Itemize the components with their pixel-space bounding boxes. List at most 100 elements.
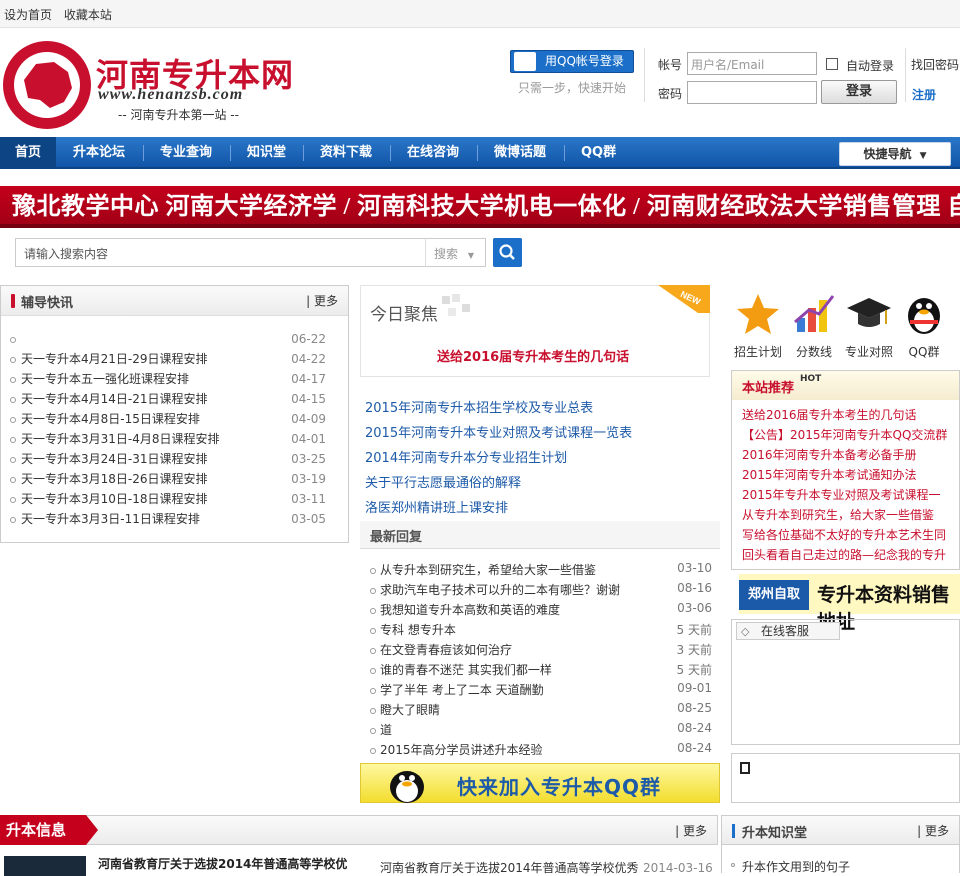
nav-separator xyxy=(303,145,304,161)
tutoring-title: 辅导快讯 xyxy=(21,296,74,311)
login-button[interactable]: 登录 xyxy=(821,80,897,104)
list-item[interactable]: 天一专升本3月31日-4月8日课程安排 04-01 xyxy=(1,429,348,449)
quick-nav-button[interactable]: 快捷导航 ▼ xyxy=(839,142,951,166)
logo-seal-icon[interactable] xyxy=(2,40,92,130)
major-compare-shortcut[interactable]: 专业对照 xyxy=(844,292,894,360)
reply-date: 08-25 xyxy=(677,701,712,715)
knowledge-item[interactable]: 升本作文用到的句子 xyxy=(742,858,850,875)
table-row[interactable]: 在文登青春痘该如何治疗 3 天前 xyxy=(370,641,712,658)
file-icon xyxy=(740,762,750,774)
list-item-date: 04-22 xyxy=(291,352,326,366)
info-left-title[interactable]: 河南省教育厅关于选拔2014年普通高等学校优 xyxy=(98,855,347,872)
table-row[interactable]: 学了半年 考上了二本 天道酬勤 09-01 xyxy=(370,681,712,698)
info-more-link[interactable]: | 更多 xyxy=(675,822,707,839)
decorative-squares-icon xyxy=(442,294,470,316)
list-item[interactable]: 回头看看自己走过的路—纪念我的专升 xyxy=(742,546,952,563)
list-item[interactable]: 2016年河南专升本备考必备手册 xyxy=(742,446,952,463)
register-link[interactable]: 注册 xyxy=(912,86,936,103)
tutoring-more-link[interactable]: | 更多 xyxy=(306,292,338,309)
focus-link[interactable]: 洛医郑州精讲班上课安排 xyxy=(365,497,508,516)
list-item[interactable]: 天一专升本4月14日-21日课程安排 04-15 xyxy=(1,389,348,409)
password-input[interactable] xyxy=(687,81,817,104)
nav-forum[interactable]: 升本论坛 xyxy=(73,137,125,169)
list-item[interactable]: 天一专升本4月21日-29日课程安排 04-22 xyxy=(1,349,348,369)
list-item-title: 天一专升本4月8日-15日课程安排 xyxy=(21,412,200,426)
password-label: 密码 xyxy=(658,87,683,101)
table-row[interactable]: 专科 想专升本 5 天前 xyxy=(370,621,712,638)
bookmark-link[interactable]: 收藏本站 xyxy=(64,8,112,22)
focus-link[interactable]: 2015年河南专升本专业对照及考试课程一览表 xyxy=(365,422,632,441)
promo-banner[interactable]: 豫北教学中心 河南大学经济学 / 河南科技大学机电一体化 / 河南财经政法大学销… xyxy=(0,186,960,228)
list-item[interactable]: 天一专升本五一强化班课程安排 04-17 xyxy=(1,369,348,389)
list-item-date: 04-09 xyxy=(291,412,326,426)
nav-weibo[interactable]: 微博话题 xyxy=(494,137,546,169)
nav-knowledge[interactable]: 知识堂 xyxy=(247,137,286,169)
qq-group-banner-text: 快来加入专升本QQ群 xyxy=(457,775,662,799)
table-row[interactable]: 从专升本到研究生，希望给大家一些借鉴 03-10 xyxy=(370,561,712,578)
list-item[interactable]: 06-22 xyxy=(1,329,348,349)
list-item-date: 03-05 xyxy=(291,512,326,526)
materials-address-banner[interactable]: 郑州自取 专升本资料销售地址 xyxy=(739,574,960,633)
info-mid-title[interactable]: 河南省教育厅关于选拔2014年普通高等学校优秀 xyxy=(380,859,639,876)
chevron-down-icon: ▼ xyxy=(467,251,474,260)
forgot-password-link[interactable]: 找回密码 xyxy=(911,56,959,73)
table-row[interactable]: 道 08-24 xyxy=(370,721,712,738)
table-row[interactable]: 我想知道专升本高数和英语的难度 03-06 xyxy=(370,601,712,618)
title-bar-marker xyxy=(732,824,735,838)
search-type-select[interactable]: 搜索 ▼ xyxy=(425,238,486,267)
table-row[interactable]: 2015年高分学员讲述升本经验 08-24 xyxy=(370,741,712,758)
list-item[interactable]: 天一专升本3月24日-31日课程安排 03-25 xyxy=(1,449,348,469)
recommend-title: 本站推荐 xyxy=(742,381,795,396)
list-item[interactable]: 【公告】2015年河南专升本QQ交流群 xyxy=(742,426,952,443)
shortcut-label: 分数线 xyxy=(795,345,832,359)
list-item[interactable]: 2015年专升本专业对照及考试课程一 xyxy=(742,486,952,503)
reply-title: 求助汽车电子技术可以升的二本有哪些？谢谢 xyxy=(380,583,621,597)
set-home-link[interactable]: 设为首页 xyxy=(4,8,52,22)
list-item-date: 03-25 xyxy=(291,452,326,466)
nav-consult[interactable]: 在线咨询 xyxy=(407,137,459,169)
focus-headline[interactable]: 送给2016届专升本考生的几句话 xyxy=(437,346,629,365)
online-service-label: 在线客服 xyxy=(761,624,810,638)
shortcut-label: 专业对照 xyxy=(844,345,893,359)
online-service-panel: ◇ 在线客服 xyxy=(731,619,960,745)
recommend-list: 送给2016届专升本考生的几句话 【公告】2015年河南专升本QQ交流群 201… xyxy=(731,400,960,570)
list-item[interactable]: 天一专升本3月3日-11日课程安排 03-05 xyxy=(1,509,348,529)
list-item-title: 天一专升本3月10日-18日课程安排 xyxy=(21,492,208,506)
list-item[interactable]: 天一专升本3月10日-18日课程安排 03-11 xyxy=(1,489,348,509)
list-item[interactable]: 天一专升本3月18日-26日课程安排 03-19 xyxy=(1,469,348,489)
table-row[interactable]: 求助汽车电子技术可以升的二本有哪些？谢谢 08-16 xyxy=(370,581,712,598)
account-input[interactable]: 用户名/Email xyxy=(687,52,817,75)
chevron-down-icon: ▼ xyxy=(919,151,927,161)
table-row[interactable]: 瞪大了眼睛 08-25 xyxy=(370,701,712,718)
focus-link[interactable]: 2015年河南专升本招生学校及专业总表 xyxy=(365,397,593,416)
nav-major-search[interactable]: 专业查询 xyxy=(160,137,212,169)
online-service-tab[interactable]: ◇ 在线客服 xyxy=(736,622,840,640)
list-item-date: 06-22 xyxy=(291,332,326,346)
reply-title: 2015年高分学员讲述升本经验 xyxy=(380,743,543,757)
enroll-plan-shortcut[interactable]: 招生计划 xyxy=(734,292,782,360)
list-item[interactable]: 天一专升本4月8日-15日课程安排 04-09 xyxy=(1,409,348,429)
nav-downloads[interactable]: 资料下载 xyxy=(320,137,372,169)
auto-login-checkbox[interactable] xyxy=(826,58,838,70)
news-thumbnail[interactable] xyxy=(4,856,86,876)
list-item[interactable]: 写给各位基础不太好的专升本艺术生同 xyxy=(742,526,952,543)
qq-group-banner[interactable]: 快来加入专升本QQ群 xyxy=(360,763,720,803)
replies-header: 最新回复 xyxy=(360,521,720,549)
qq-group-shortcut[interactable]: QQ群 xyxy=(901,292,947,360)
nav-qq-group[interactable]: QQ群 xyxy=(581,137,616,169)
search-icon[interactable] xyxy=(493,238,522,267)
focus-link[interactable]: 关于平行志愿最通俗的解释 xyxy=(365,472,521,491)
list-item[interactable]: 送给2016届专升本考生的几句话 xyxy=(742,406,952,423)
auto-login-label: 自动登录 xyxy=(846,59,895,73)
table-row[interactable]: 谁的青春不迷茫 其实我们都一样 5 天前 xyxy=(370,661,712,678)
knowledge-more-link[interactable]: | 更多 xyxy=(917,822,949,839)
list-item-date: 03-19 xyxy=(291,472,326,486)
focus-link[interactable]: 2014年河南专升本分专业招生计划 xyxy=(365,447,567,466)
nav-home[interactable]: 首页 xyxy=(0,137,56,169)
site-slogan: -- 河南专升本第一站 -- xyxy=(118,108,239,122)
list-item[interactable]: 从专升本到研究生，给大家一些借鉴 xyxy=(742,506,952,523)
search-input[interactable]: 请输入搜索内容 xyxy=(15,238,426,267)
qq-login-button[interactable]: 用QQ帐号登录 xyxy=(510,50,634,73)
list-item[interactable]: 2015年河南专升本考试通知办法 xyxy=(742,466,952,483)
score-line-shortcut[interactable]: 分数线 xyxy=(790,292,838,360)
